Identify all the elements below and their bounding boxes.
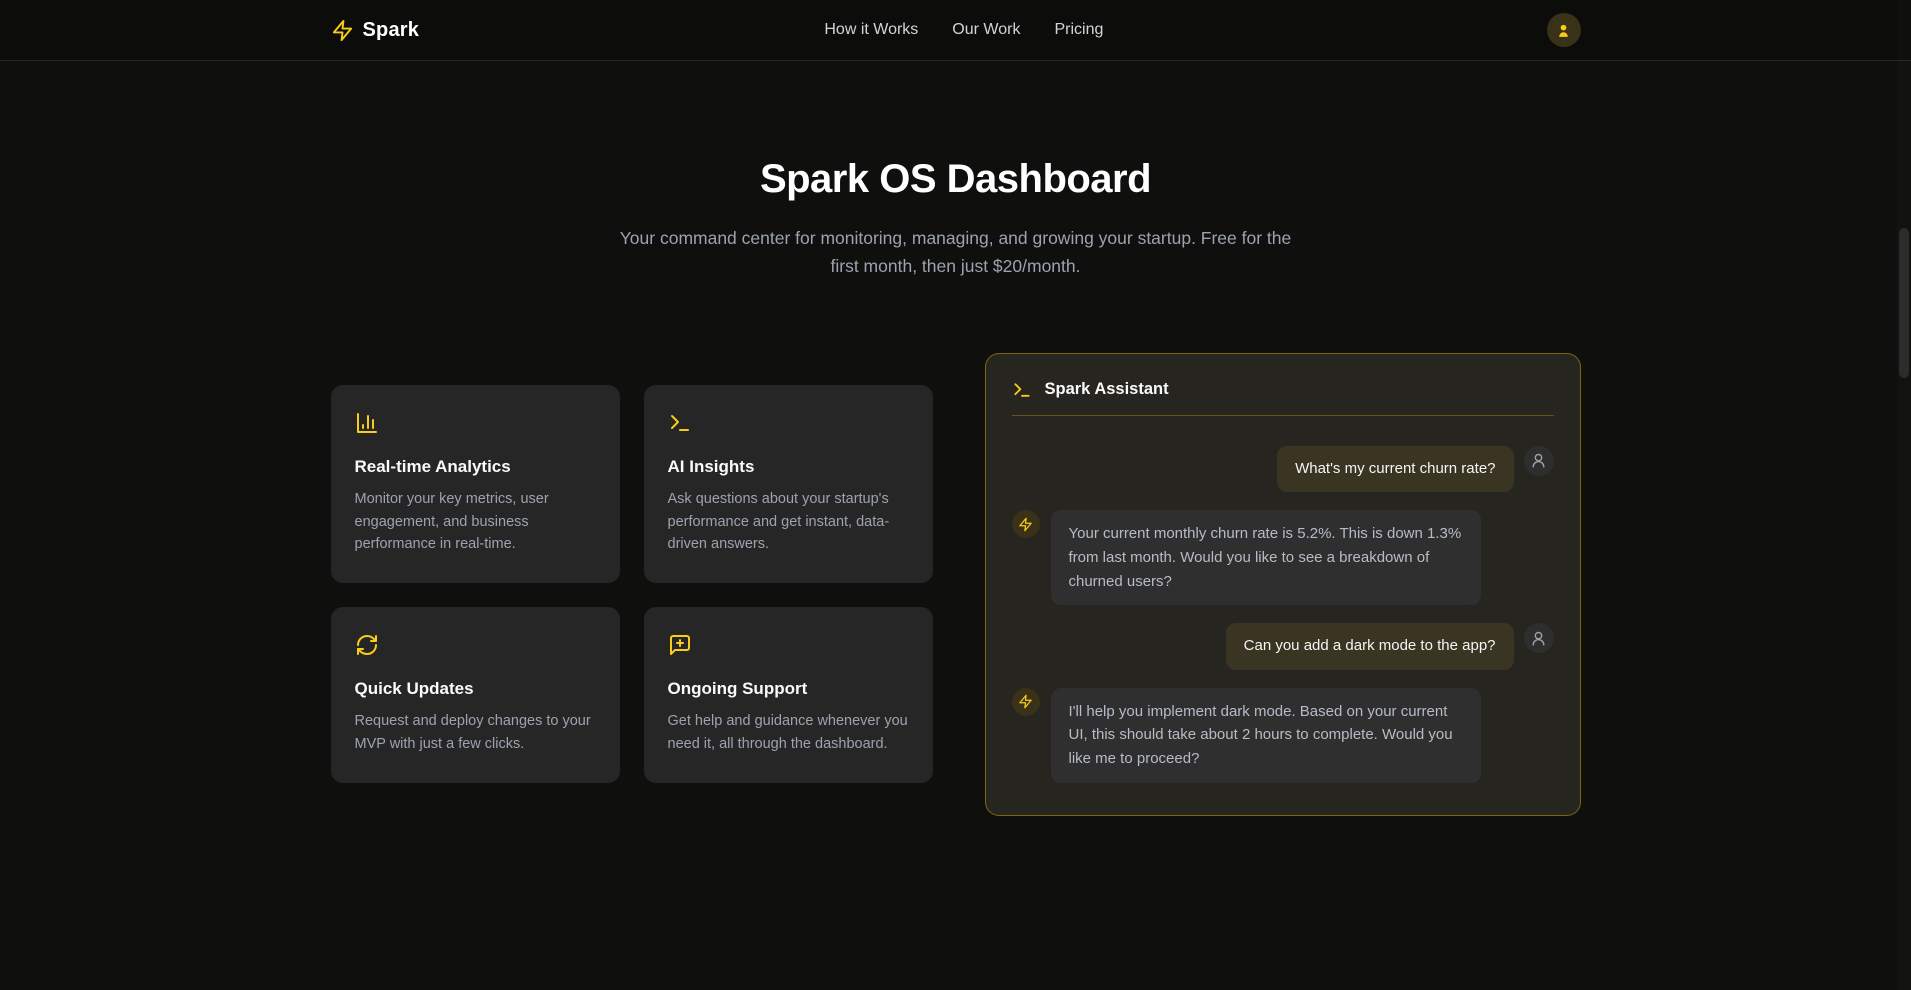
user-icon <box>1555 22 1572 39</box>
refresh-icon <box>355 633 596 662</box>
user-round-icon <box>1524 623 1554 653</box>
assistant-panel-header: Spark Assistant <box>1012 380 1554 416</box>
zap-icon <box>1012 510 1040 538</box>
feature-title: Real-time Analytics <box>355 457 596 477</box>
feature-card-realtime-analytics: Real-time Analytics Monitor your key met… <box>331 385 620 583</box>
feature-description: Ask questions about your startup's perfo… <box>668 488 909 555</box>
brand-name: Spark <box>363 19 420 42</box>
scrollbar-thumb[interactable] <box>1899 228 1909 378</box>
chat-message-user: Can you add a dark mode to the app? <box>1012 623 1554 670</box>
page-title: Spark OS Dashboard <box>0 157 1911 202</box>
spark-assistant-panel: Spark Assistant What's my current churn … <box>985 353 1581 816</box>
terminal-icon <box>1012 380 1032 400</box>
chat-messages: What's my current churn rate? Your curre… <box>1012 446 1554 783</box>
feature-description: Monitor your key metrics, user engagemen… <box>355 488 596 555</box>
content-row: Real-time Analytics Monitor your key met… <box>331 353 1581 816</box>
account-avatar-button[interactable] <box>1547 13 1581 47</box>
page-scrollbar[interactable] <box>1897 0 1911 990</box>
assistant-message-bubble: Your current monthly churn rate is 5.2%.… <box>1051 510 1481 605</box>
nav-link-pricing[interactable]: Pricing <box>1054 21 1103 39</box>
features-grid: Real-time Analytics Monitor your key met… <box>331 385 933 783</box>
terminal-icon <box>668 411 909 440</box>
main-content: Spark OS Dashboard Your command center f… <box>0 157 1911 816</box>
user-round-icon <box>1524 446 1554 476</box>
feature-description: Request and deploy changes to your MVP w… <box>355 710 596 755</box>
assistant-panel-title: Spark Assistant <box>1045 380 1169 399</box>
feature-title: Ongoing Support <box>668 679 909 699</box>
feature-card-quick-updates: Quick Updates Request and deploy changes… <box>331 607 620 783</box>
feature-description: Get help and guidance whenever you need … <box>668 710 909 755</box>
chat-message-assistant: Your current monthly churn rate is 5.2%.… <box>1012 510 1554 605</box>
page: Spark How it Works Our Work Pricing Spar… <box>0 0 1911 816</box>
chat-message-assistant: I'll help you implement dark mode. Based… <box>1012 688 1554 783</box>
feature-title: AI Insights <box>668 457 909 477</box>
nav-links: How it Works Our Work Pricing <box>824 21 1103 39</box>
user-message-bubble: What's my current churn rate? <box>1277 446 1513 493</box>
brand-logo[interactable]: Spark <box>331 19 420 42</box>
feature-card-ai-insights: AI Insights Ask questions about your sta… <box>644 385 933 583</box>
nav-inner: Spark How it Works Our Work Pricing <box>331 0 1581 60</box>
nav-link-our-work[interactable]: Our Work <box>952 21 1020 39</box>
message-square-plus-icon <box>668 633 909 662</box>
bar-chart-icon <box>355 411 596 440</box>
nav-link-how-it-works[interactable]: How it Works <box>824 21 918 39</box>
zap-icon <box>331 19 354 42</box>
assistant-message-bubble: I'll help you implement dark mode. Based… <box>1051 688 1481 783</box>
page-subtitle: Your command center for monitoring, mana… <box>611 224 1301 281</box>
feature-card-ongoing-support: Ongoing Support Get help and guidance wh… <box>644 607 933 783</box>
zap-icon <box>1012 688 1040 716</box>
feature-title: Quick Updates <box>355 679 596 699</box>
user-message-bubble: Can you add a dark mode to the app? <box>1226 623 1514 670</box>
chat-message-user: What's my current churn rate? <box>1012 446 1554 493</box>
top-nav: Spark How it Works Our Work Pricing <box>0 0 1911 61</box>
